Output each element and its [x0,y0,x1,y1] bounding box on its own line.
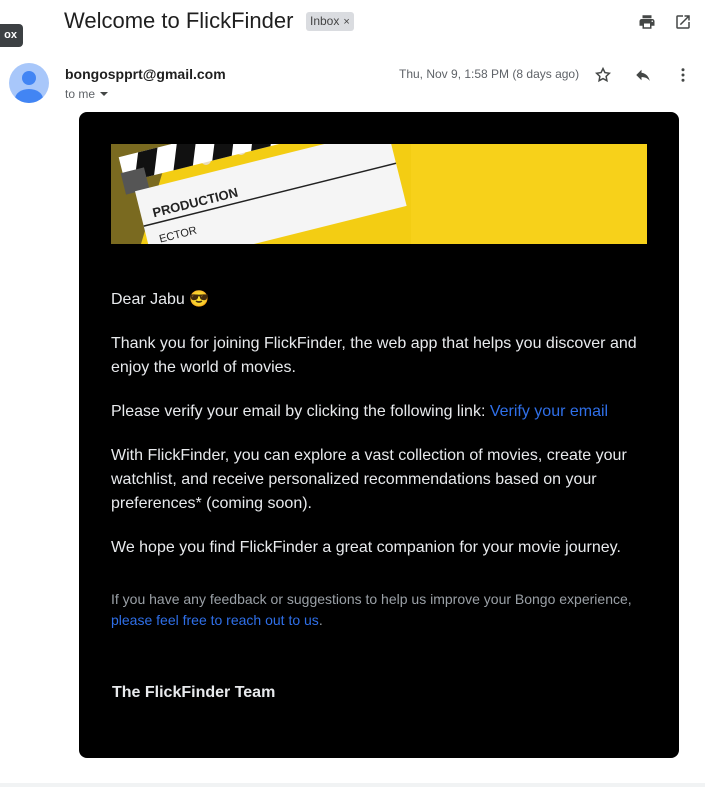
paragraph-intro: Thank you for joining FlickFinder, the w… [111,335,637,376]
printer-icon[interactable] [635,10,659,34]
email-date: Thu, Nov 9, 1:58 PM (8 days ago) [399,67,580,81]
paragraph-verify: Please verify your email by clicking the… [111,400,647,424]
label-text: Inbox [310,14,340,28]
sunglasses-emoji-icon: 😎 [189,291,210,308]
person-avatar-icon[interactable] [9,63,49,103]
star-icon[interactable] [591,63,615,87]
greeting: Dear Jabu 😎 [111,288,647,312]
verify-email-link[interactable]: Verify your email [490,403,608,420]
feedback-text: If you have any feedback or suggestions … [111,591,632,607]
clapperboard-banner-image: PRODUCTION ECTOR [111,144,647,244]
recipient-label: to me [65,87,96,101]
email-subject: Welcome to FlickFinder [64,8,294,33]
bottom-divider [0,783,705,787]
caret-down-icon [100,92,109,96]
sender-email[interactable]: bongospprt@gmail.com [65,66,226,82]
verify-text: Please verify your email by clicking the… [111,403,490,420]
reach-out-link[interactable]: please feel free to reach out to us [111,612,319,628]
paragraph-closing: We hope you find FlickFinder a great com… [111,539,621,556]
inbox-label-chip[interactable]: Inbox × [306,12,354,31]
remove-label-icon[interactable]: × [343,16,349,28]
open-in-new-window-icon[interactable] [671,10,695,34]
recipient-toggle[interactable]: to me [65,87,109,101]
feedback-end: . [318,612,323,628]
greeting-text: Dear Jabu [111,291,185,308]
signature: The FlickFinder Team [112,684,276,701]
paragraph-features: With FlickFinder, you can explore a vast… [111,447,627,512]
more-vert-icon[interactable] [671,63,695,87]
email-body-card: PRODUCTION ECTOR Dear Jabu 😎 Thank you f… [79,112,679,758]
tooltip-inbox: ox [0,24,23,47]
feedback-note: If you have any feedback or suggestions … [111,589,647,631]
reply-icon[interactable] [631,63,655,87]
